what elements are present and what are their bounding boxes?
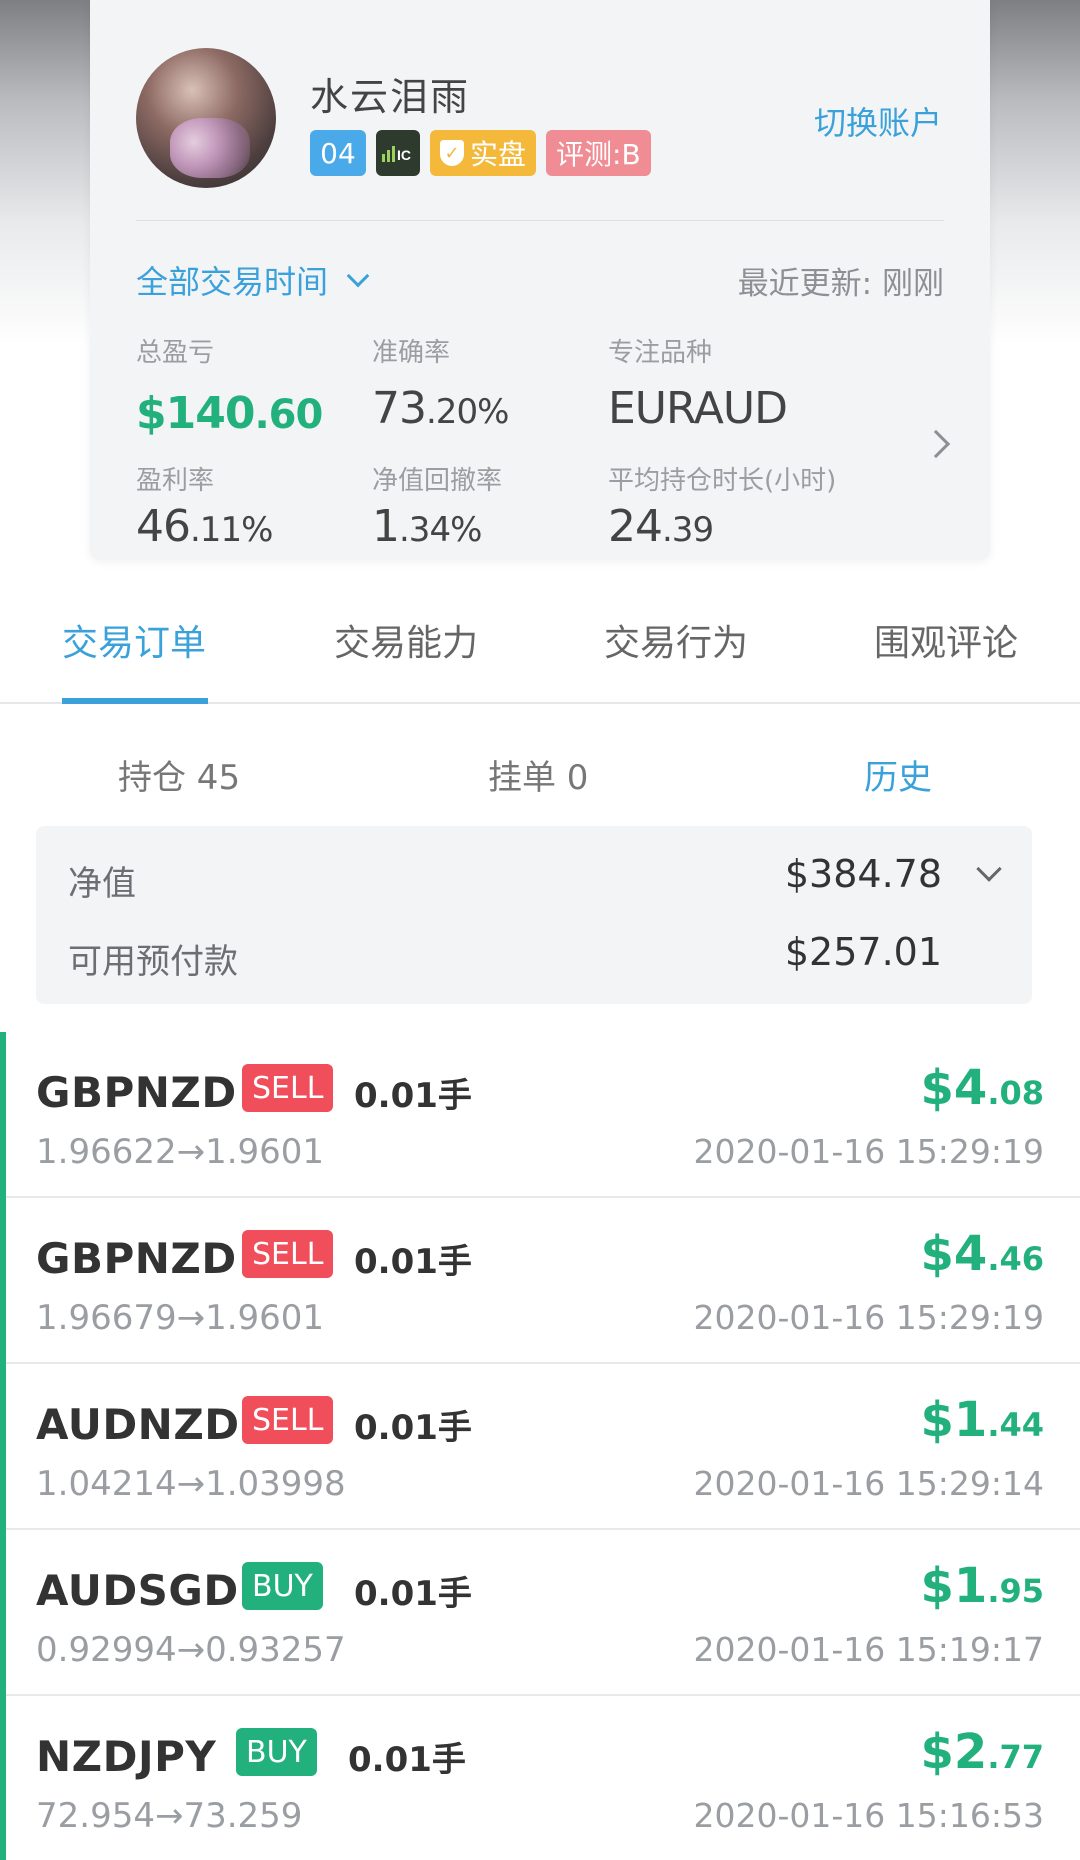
row-accent (0, 1530, 6, 1696)
order-lots: 0.01手 (354, 1574, 472, 1614)
stat-label: 平均持仓时长(小时) (608, 466, 837, 496)
badge-row: 04 IC ✓ 实盘 评测:B (310, 130, 651, 176)
time-filter-label: 全部交易时间 (136, 263, 329, 301)
order-prices: 1.04214→1.03998 (36, 1464, 346, 1504)
order-side-badge: BUY (236, 1728, 317, 1776)
order-prices: 1.96679→1.9601 (36, 1298, 325, 1338)
stat-focus-symbol: 专注品种 EURAUD (608, 332, 788, 434)
stat-value: 46.11% (136, 501, 273, 552)
stat-label: 盈利率 (136, 466, 215, 496)
equity-label: 净值 (68, 864, 136, 904)
broker-text: IC (397, 147, 411, 163)
stat-label: 准确率 (372, 338, 451, 368)
order-time: 2020-01-16 15:29:14 (693, 1464, 1044, 1503)
stat-label: 净值回撤率 (372, 466, 503, 496)
order-time: 2020-01-16 15:16:53 (693, 1796, 1044, 1835)
order-lots: 0.01手 (354, 1076, 472, 1116)
main-tabs: 交易订单 交易能力 交易行为 围观评论 (0, 590, 1080, 704)
order-side-badge: SELL (242, 1064, 334, 1112)
order-lots: 0.01手 (354, 1408, 472, 1448)
tab-ability[interactable]: 交易能力 (334, 614, 478, 666)
stat-value: 24.39 (608, 501, 714, 552)
order-row[interactable]: NZDJPY BUY 0.01手 72.954→73.259 $2.77 202… (0, 1696, 1080, 1860)
order-prices: 72.954→73.259 (36, 1796, 303, 1836)
switch-account-button[interactable]: 切换账户 (814, 98, 942, 144)
broker-logo-icon: IC (376, 130, 420, 176)
last-update-text: 最近更新: 刚刚 (737, 265, 944, 302)
stat-value: EURAUD (608, 383, 788, 434)
username: 水云泪雨 (310, 75, 471, 119)
order-symbol: GBPNZD (36, 1068, 237, 1117)
time-filter-row: 全部交易时间 最近更新: 刚刚 (136, 257, 944, 303)
order-side-badge: SELL (242, 1230, 334, 1278)
order-symbol: NZDJPY (36, 1732, 217, 1781)
chevron-down-icon (346, 264, 370, 288)
stat-profit-rate: 盈利率 46.11% (136, 460, 273, 552)
row-accent (0, 1364, 6, 1530)
order-pnl: $4.46 (920, 1226, 1044, 1282)
account-summary[interactable]: 净值 $384.78 可用预付款 $257.01 (36, 826, 1032, 1004)
order-pnl: $1.95 (920, 1558, 1044, 1614)
order-symbol: GBPNZD (36, 1234, 237, 1283)
order-pnl: $4.08 (920, 1060, 1044, 1116)
order-prices: 1.96622→1.9601 (36, 1132, 325, 1172)
order-row[interactable]: GBPNZD SELL 0.01手 1.96622→1.9601 $4.08 2… (0, 1032, 1080, 1198)
level-badge: 04 (310, 130, 366, 176)
order-lots: 0.01手 (348, 1740, 466, 1780)
rating-badge: 评测:B (546, 130, 651, 176)
chevron-down-icon[interactable] (976, 856, 1002, 882)
subtab-positions[interactable]: 持仓 45 (118, 750, 240, 799)
orders-list: GBPNZD SELL 0.01手 1.96622→1.9601 $4.08 2… (0, 1032, 1080, 1860)
available-margin-label: 可用预付款 (68, 942, 238, 982)
active-tab-indicator (62, 698, 208, 704)
order-side-badge: BUY (242, 1562, 323, 1610)
order-time: 2020-01-16 15:29:19 (693, 1132, 1044, 1171)
real-account-label: 实盘 (470, 138, 527, 171)
order-time: 2020-01-16 15:19:17 (693, 1630, 1044, 1669)
tab-behavior[interactable]: 交易行为 (604, 614, 748, 666)
order-subtabs: 持仓 45 挂单 0 历史 (0, 712, 1080, 812)
subtab-pending[interactable]: 挂单 0 (488, 750, 588, 799)
subtab-history[interactable]: 历史 (864, 750, 932, 799)
chevron-right-icon[interactable] (921, 429, 951, 459)
stat-label: 总盈亏 (136, 338, 215, 368)
order-time: 2020-01-16 15:29:19 (693, 1298, 1044, 1337)
order-prices: 0.92994→0.93257 (36, 1630, 346, 1670)
avatar-flowers (170, 118, 250, 178)
order-symbol: AUDSGD (36, 1566, 239, 1615)
stat-value: 73.20% (372, 383, 509, 434)
equity-value: $384.78 (784, 852, 942, 896)
stat-value: $140.60 (136, 388, 323, 439)
stat-avg-hold: 平均持仓时长(小时) 24.39 (608, 460, 836, 552)
real-account-badge: ✓ 实盘 (430, 130, 537, 176)
shield-check-icon: ✓ (440, 140, 464, 166)
order-pnl: $2.77 (920, 1724, 1044, 1780)
stat-label: 专注品种 (608, 338, 713, 368)
row-accent (0, 1198, 6, 1364)
stat-value: 1.34% (372, 501, 482, 552)
order-lots: 0.01手 (354, 1242, 472, 1282)
stat-drawdown: 净值回撤率 1.34% (372, 460, 502, 552)
stats-grid[interactable]: 总盈亏 $140.60 准确率 73.20% 专注品种 EURAUD 盈利率 4… (136, 332, 916, 562)
order-row[interactable]: AUDNZD SELL 0.01手 1.04214→1.03998 $1.44 … (0, 1364, 1080, 1530)
row-accent (0, 1032, 6, 1198)
time-filter-dropdown[interactable]: 全部交易时间 (136, 257, 370, 303)
tab-orders[interactable]: 交易订单 (62, 614, 206, 666)
available-margin-value: $257.01 (784, 930, 942, 974)
order-row[interactable]: AUDSGD BUY 0.01手 0.92994→0.93257 $1.95 2… (0, 1530, 1080, 1696)
row-accent (0, 1696, 6, 1860)
order-pnl: $1.44 (920, 1392, 1044, 1448)
stat-accuracy: 准确率 73.20% (372, 332, 509, 434)
order-side-badge: SELL (242, 1396, 334, 1444)
card-divider (136, 220, 944, 221)
profile-card: 水云泪雨 切换账户 04 IC ✓ 实盘 评测:B 全部交易时间 最近更新: 刚… (90, 0, 990, 560)
stat-total-pnl: 总盈亏 $140.60 (136, 332, 323, 443)
tab-comments[interactable]: 围观评论 (874, 614, 1018, 666)
order-symbol: AUDNZD (36, 1400, 240, 1449)
order-row[interactable]: GBPNZD SELL 0.01手 1.96679→1.9601 $4.46 2… (0, 1198, 1080, 1364)
avatar[interactable] (136, 48, 276, 188)
